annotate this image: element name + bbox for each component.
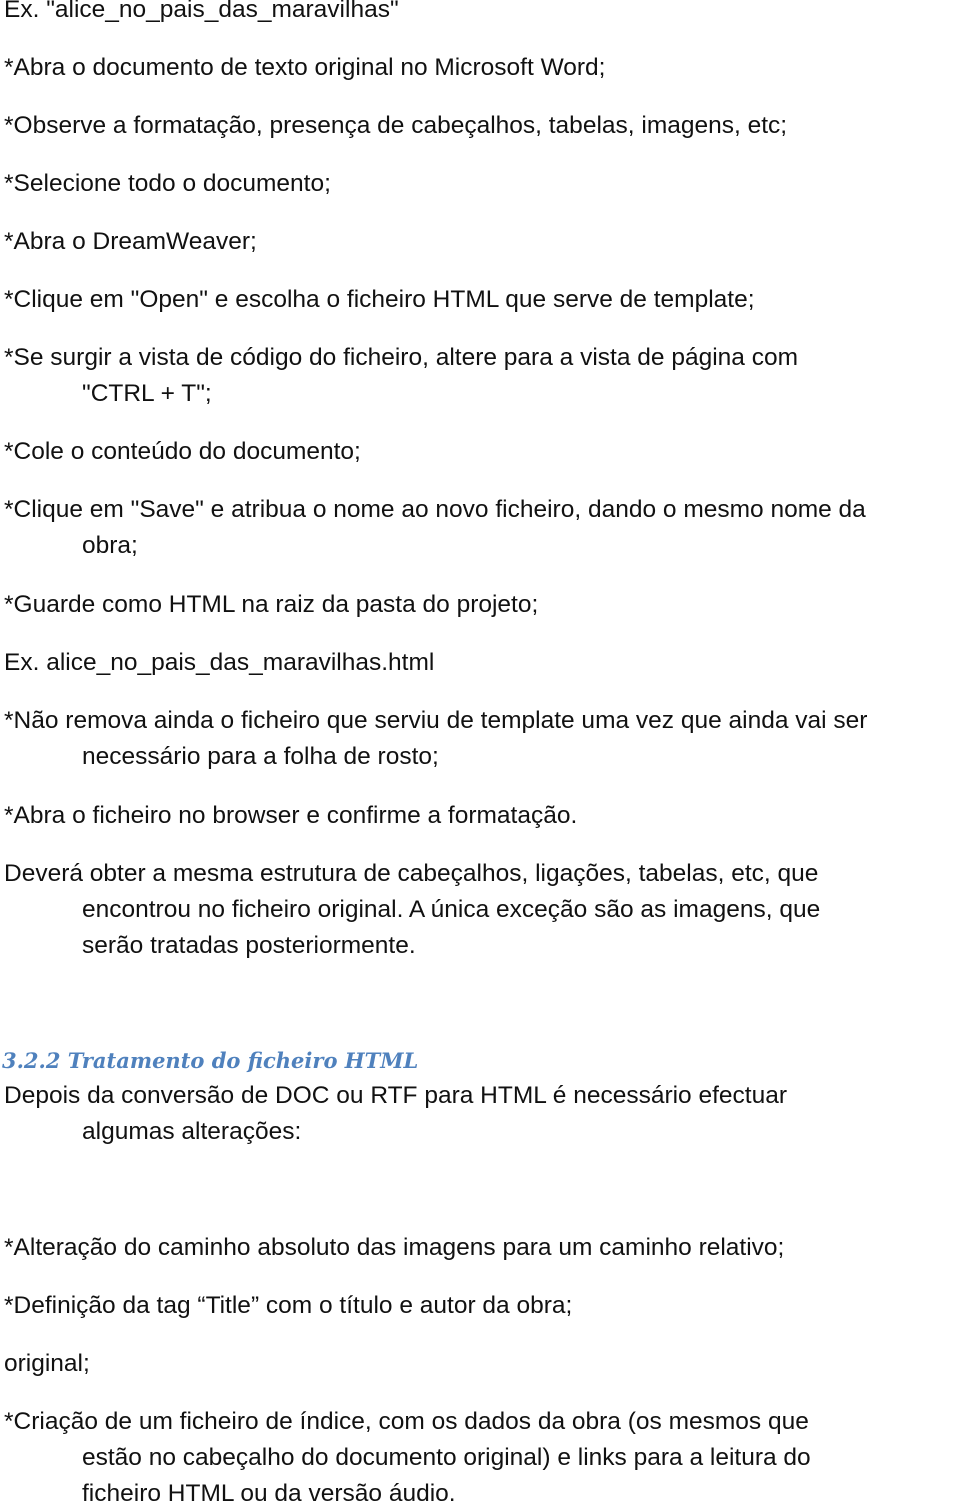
paragraph: *Abra o ficheiro no browser e confirme a… bbox=[4, 802, 578, 829]
paragraph: *Alteração do caminho absoluto das image… bbox=[4, 1234, 785, 1261]
paragraph: *Abra o DreamWeaver; bbox=[4, 228, 257, 255]
paragraph: *Criação de um ficheiro de índice, com o… bbox=[4, 1408, 811, 1507]
paragraph: *Guarde como HTML na raiz da pasta do pr… bbox=[4, 591, 539, 618]
paragraph: *Selecione todo o documento; bbox=[4, 170, 331, 197]
paragraph: Ex. alice_no_pais_das_maravilhas.html bbox=[4, 649, 435, 676]
paragraph: *Clique em "Open" e escolha o ficheiro H… bbox=[4, 286, 755, 313]
paragraph: Depois da conversão de DOC ou RTF para H… bbox=[4, 1082, 788, 1145]
paragraph: *Se surgir a vista de código do ficheiro… bbox=[4, 344, 798, 407]
paragraph: *Observe a formatação, presença de cabeç… bbox=[4, 112, 788, 139]
section-heading: 3.2.2 Tratamento do ficheiro HTML bbox=[2, 1048, 419, 1073]
paragraph: *Definição da tag “Title” com o título e… bbox=[4, 1292, 573, 1319]
paragraph: original; bbox=[4, 1350, 90, 1377]
paragraph: *Clique em "Save" e atribua o nome ao no… bbox=[4, 496, 866, 559]
paragraph: Deverá obter a mesma estrutura de cabeça… bbox=[4, 860, 821, 959]
paragraph: Ex. "alice_no_pais_das_maravilhas" bbox=[4, 0, 399, 23]
paragraph: *Cole o conteúdo do documento; bbox=[4, 438, 361, 465]
paragraph: *Não remova ainda o ficheiro que serviu … bbox=[4, 707, 868, 770]
paragraph: *Abra o documento de texto original no M… bbox=[4, 54, 606, 81]
